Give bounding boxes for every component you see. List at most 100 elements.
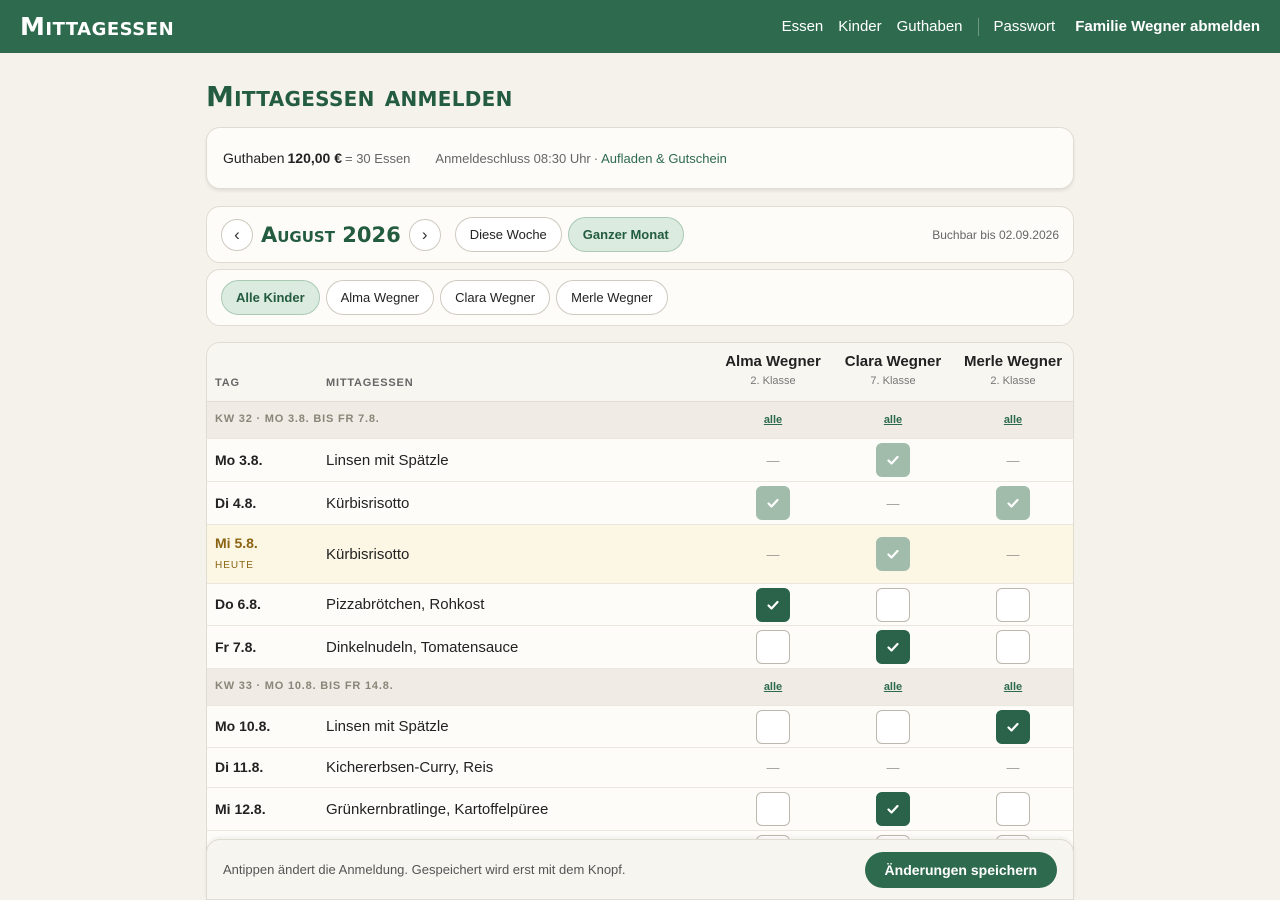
save-bar: Antippen ändert die Anmeldung. Gespeiche…: [206, 839, 1074, 900]
booking-cell: —: [713, 525, 833, 583]
balance-card: Guthaben 120,00 € = 30 Essen Anmeldeschl…: [206, 127, 1074, 189]
week-header-row: KW 33 · MO 10.8. BIS FR 14.8. alle alle all…: [207, 669, 1073, 706]
check-icon: [1005, 495, 1021, 511]
month-label: August 2026: [261, 222, 401, 247]
booking-checkbox[interactable]: [876, 709, 910, 744]
col-header-kid: Alma Wegner 2. Klasse: [713, 353, 833, 387]
prev-month-button[interactable]: ‹: [221, 218, 253, 251]
locked-booking-checkbox: [756, 486, 790, 520]
kid-class: 2. Klasse: [750, 375, 796, 387]
table-body: KW 32 · MO 3.8. BIS FR 7.8. alle alle alle M…: [207, 402, 1073, 874]
week-label: KW 33 · MO 10.8. BIS FR 14.8.: [215, 680, 394, 692]
no-meal-dash: —: [1006, 452, 1020, 468]
booking-cell: [833, 788, 953, 830]
booking-cell: [713, 482, 833, 524]
booking-cell: —: [833, 748, 953, 787]
booking-checkbox[interactable]: [876, 792, 910, 826]
booking-cell: —: [713, 439, 833, 481]
kid-name: Merle Wegner: [963, 353, 1063, 370]
meal-name: Dinkelnudeln, Tomatensauce: [326, 639, 519, 656]
select-all-week-link[interactable]: alle: [953, 681, 1073, 693]
nav-kinder[interactable]: Kinder: [838, 18, 881, 35]
booking-checkbox[interactable]: [996, 587, 1030, 622]
booking-cell: —: [953, 439, 1073, 481]
table-row: Di 11.8. Kichererbsen-Curry, Reis — — —: [207, 748, 1073, 788]
check-icon: [885, 801, 901, 817]
meal-name: Grünkernbratlinge, Kartoffelpüree: [326, 801, 549, 818]
booking-cell: —: [833, 482, 953, 524]
select-all-week-link[interactable]: alle: [953, 414, 1073, 426]
nav-guthaben[interactable]: Guthaben: [897, 18, 963, 35]
booking-cell: —: [953, 748, 1073, 787]
table-row: Di 4.8. Kürbisrisotto —: [207, 482, 1073, 525]
booking-checkbox[interactable]: [876, 630, 910, 664]
meal-table: TAG MITTAGESSEN Alma Wegner 2. Klasse Cl…: [206, 342, 1074, 900]
main-nav: Essen Kinder Guthaben Passwort Familie W…: [767, 17, 1260, 36]
kid-class: 7. Klasse: [870, 375, 916, 387]
booking-cell: [833, 584, 953, 625]
meal-name: Kürbisrisotto: [326, 495, 410, 512]
day-label: Di 4.8.: [215, 495, 257, 511]
booking-cell: [833, 439, 953, 481]
app-logo[interactable]: Mittagessen: [20, 12, 174, 41]
save-hint: Antippen ändert die Anmeldung. Gespeiche…: [223, 862, 626, 877]
booking-checkbox[interactable]: [996, 792, 1030, 826]
balance-label: Guthaben: [223, 150, 285, 166]
filter-alma[interactable]: Alma Wegner: [325, 280, 435, 315]
check-icon: [765, 597, 781, 613]
col-header-kid: Merle Wegner 2. Klasse: [953, 353, 1073, 387]
booking-cell: [833, 706, 953, 747]
table-header: TAG MITTAGESSEN Alma Wegner 2. Klasse Cl…: [207, 343, 1073, 402]
day-label: Mi 5.8.: [215, 535, 258, 551]
booking-cell: [953, 788, 1073, 830]
booking-cell: [953, 482, 1073, 524]
col-header-meal: MITTAGESSEN: [326, 377, 414, 389]
day-label: Do 6.8.: [215, 596, 261, 612]
booking-checkbox[interactable]: [756, 587, 790, 622]
deadline-text: Anmeldeschluss 08:30 Uhr: [435, 150, 591, 166]
booking-cell: —: [713, 748, 833, 787]
meal-name: Linsen mit Spätzle: [326, 718, 449, 735]
today-tag: HEUTE: [215, 560, 254, 571]
nav-divider: [977, 17, 979, 36]
booking-cell: —: [953, 525, 1073, 583]
booking-checkbox[interactable]: [756, 709, 790, 744]
topup-link[interactable]: Aufladen & Gutschein: [601, 151, 727, 166]
locked-booking-checkbox: [876, 537, 910, 571]
filter-clara[interactable]: Clara Wegner: [440, 280, 551, 315]
booking-checkbox[interactable]: [996, 630, 1030, 664]
nav-essen[interactable]: Essen: [782, 18, 824, 35]
page-title: Mittagessen anmelden: [206, 80, 513, 113]
booking-cell: [833, 525, 953, 583]
no-meal-dash: —: [886, 495, 900, 511]
check-icon: [885, 639, 901, 655]
filter-all-kids[interactable]: Alle Kinder: [221, 280, 320, 315]
booking-checkbox[interactable]: [756, 792, 790, 826]
balance-equivalent: = 30 Essen: [345, 150, 411, 166]
day-label: Mo 10.8.: [215, 718, 271, 734]
booking-cell: [713, 706, 833, 747]
next-month-button[interactable]: ›: [408, 218, 441, 251]
save-button[interactable]: Änderungen speichern: [864, 851, 1057, 888]
nav-password[interactable]: Passwort: [994, 18, 1056, 35]
booking-checkbox[interactable]: [876, 587, 910, 622]
week-label: KW 32 · MO 3.8. BIS FR 7.8.: [215, 413, 380, 425]
select-all-week-link[interactable]: alle: [713, 681, 833, 693]
top-bar: Mittagessen Essen Kinder Guthaben Passwo…: [0, 0, 1280, 53]
meal-name: Linsen mit Spätzle: [326, 452, 449, 469]
booking-cell: [713, 626, 833, 668]
balance-amount: 120,00 €: [287, 150, 343, 166]
booking-checkbox[interactable]: [756, 630, 790, 664]
kid-name: Clara Wegner: [844, 353, 942, 370]
whole-month-button[interactable]: Ganzer Monat: [567, 217, 684, 252]
no-meal-dash: —: [886, 760, 900, 775]
day-label: Mo 3.8.: [215, 452, 263, 468]
filter-merle[interactable]: Merle Wegner: [556, 280, 668, 315]
select-all-week-link[interactable]: alle: [713, 414, 833, 426]
logout-link[interactable]: Familie Wegner abmelden: [1075, 18, 1260, 35]
locked-booking-checkbox: [876, 443, 910, 477]
select-all-week-link[interactable]: alle: [833, 681, 953, 693]
this-week-button[interactable]: Diese Woche: [454, 217, 562, 252]
select-all-week-link[interactable]: alle: [833, 414, 953, 426]
booking-checkbox[interactable]: [996, 709, 1030, 744]
